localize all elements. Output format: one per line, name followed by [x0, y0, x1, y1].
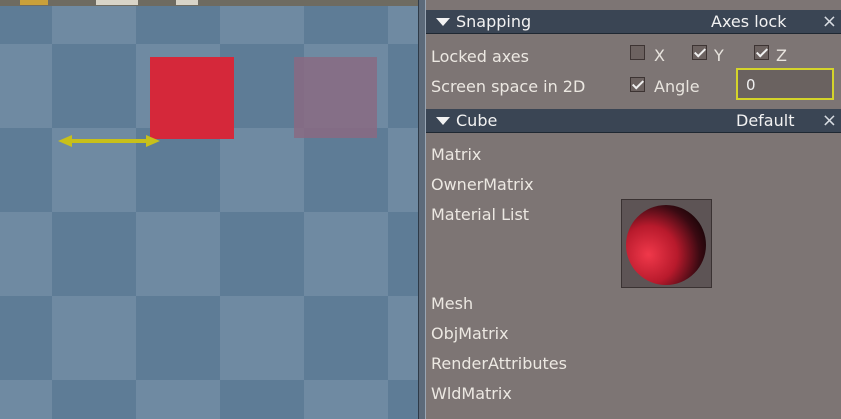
angle-input[interactable]: 0: [736, 68, 834, 100]
property-material-list[interactable]: Material List: [431, 205, 529, 224]
collapse-triangle-icon[interactable]: [436, 117, 450, 125]
cube-object[interactable]: [150, 57, 234, 139]
translate-gizmo-x-arrow[interactable]: [58, 134, 160, 148]
axis-y-checkbox[interactable]: [692, 45, 707, 60]
cube-preset-dropdown[interactable]: Default: [736, 111, 794, 130]
cube-ghost-preview: [294, 57, 377, 138]
scene-viewport[interactable]: [0, 0, 418, 419]
property-matrix[interactable]: Matrix: [431, 145, 481, 164]
viewport-toolbar: [0, 0, 418, 6]
close-icon[interactable]: ×: [822, 110, 837, 131]
axis-x-label: X: [654, 46, 665, 65]
toolbar-icon[interactable]: [20, 0, 48, 5]
locked-axes-label: Locked axes: [431, 47, 529, 66]
snapping-mode-dropdown[interactable]: Axes lock: [711, 12, 786, 31]
cube-header[interactable]: Cube Default ×: [426, 109, 841, 133]
panel-splitter[interactable]: [418, 0, 426, 419]
screen-space-label: Screen space in 2D: [431, 77, 586, 96]
property-owner-matrix[interactable]: OwnerMatrix: [431, 175, 534, 194]
cube-title: Cube: [456, 111, 498, 130]
snapping-title: Snapping: [456, 12, 532, 31]
property-obj-matrix[interactable]: ObjMatrix: [431, 324, 509, 343]
toolbar-tab[interactable]: [96, 0, 138, 5]
angle-checkbox[interactable]: [630, 77, 645, 92]
toolbar-tab[interactable]: [176, 0, 198, 5]
axis-y-label: Y: [714, 46, 724, 65]
property-wld-matrix[interactable]: WldMatrix: [431, 384, 512, 403]
snapping-header[interactable]: Snapping Axes lock ×: [426, 10, 841, 34]
properties-panel: Snapping Axes lock × Locked axes X Y Z S…: [426, 0, 841, 419]
property-mesh[interactable]: Mesh: [431, 294, 473, 313]
axis-z-checkbox[interactable]: [754, 45, 769, 60]
angle-label: Angle: [654, 77, 700, 96]
material-sphere-preview[interactable]: [621, 199, 712, 288]
close-icon[interactable]: ×: [822, 11, 837, 32]
axis-x-checkbox[interactable]: [630, 45, 645, 60]
axis-z-label: Z: [776, 46, 787, 65]
property-render-attributes[interactable]: RenderAttributes: [431, 354, 567, 373]
collapse-triangle-icon[interactable]: [436, 18, 450, 26]
